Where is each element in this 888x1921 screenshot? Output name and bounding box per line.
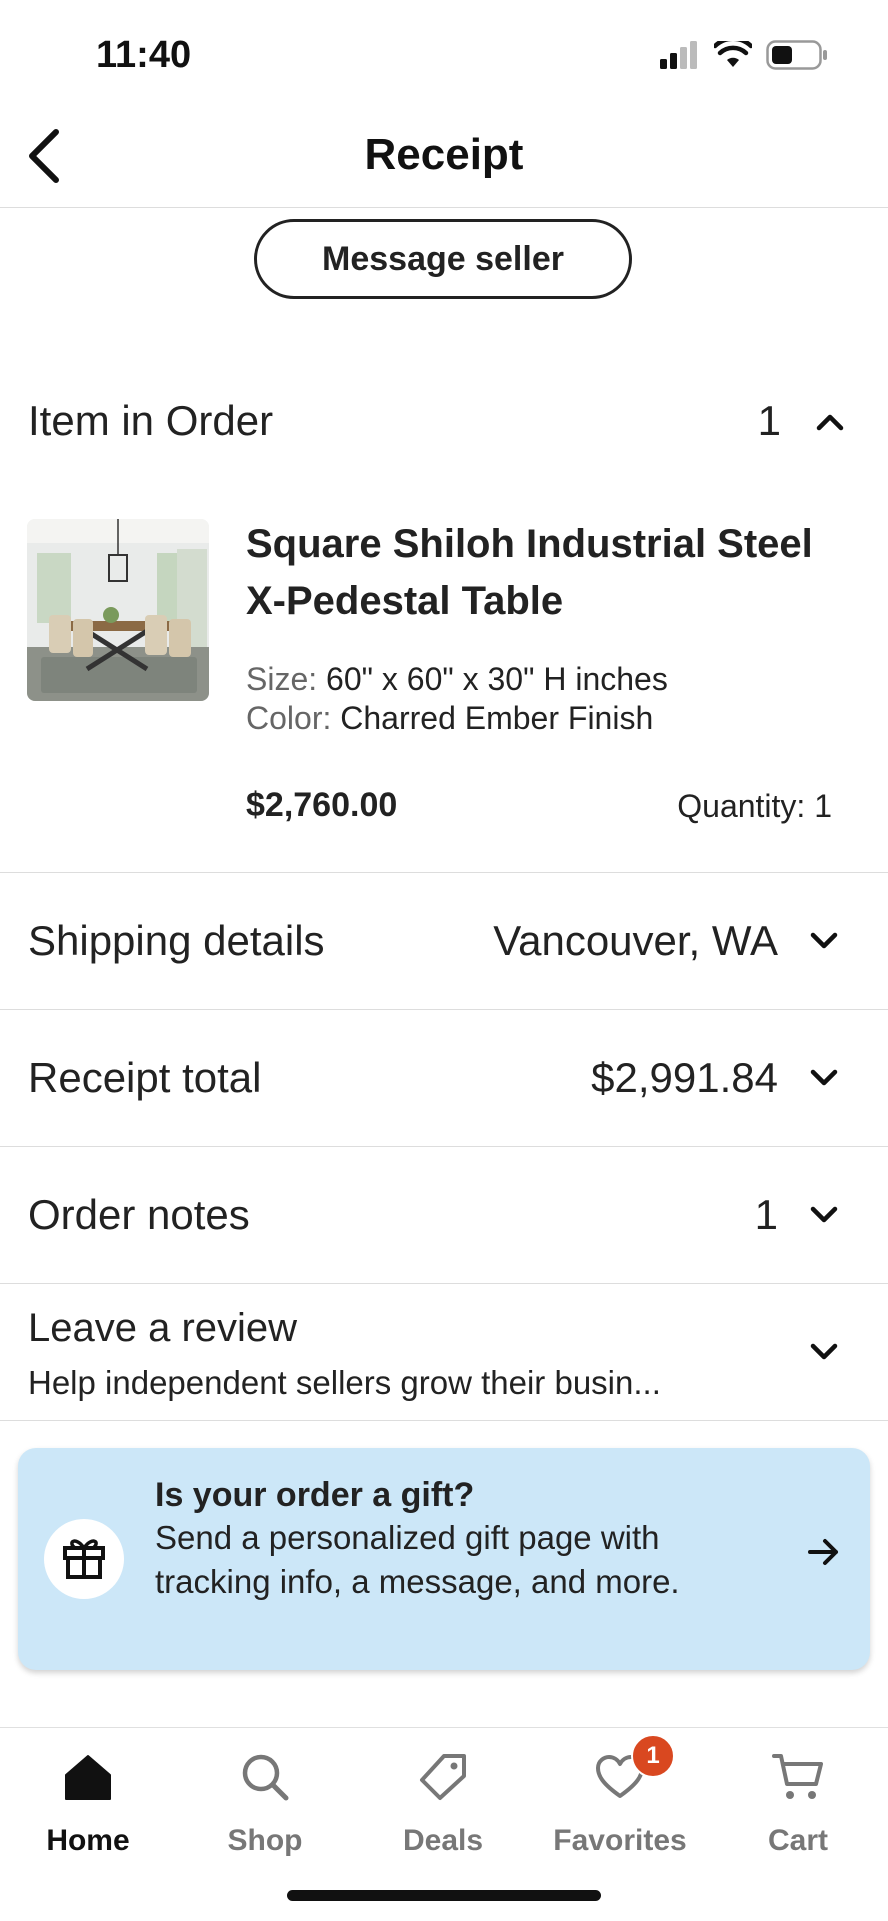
heart-icon: 1	[595, 1734, 675, 1808]
order-notes-label: Order notes	[28, 1191, 250, 1238]
page-title: Receipt	[364, 130, 524, 179]
price-tag-icon	[418, 1746, 468, 1808]
product-thumbnail[interactable]	[27, 519, 209, 701]
gift-icon-circle	[44, 1519, 124, 1599]
tab-cart-label: Cart	[767, 1824, 828, 1857]
status-time: 11:40	[96, 34, 192, 76]
receipt-total-value: $2,991.84	[591, 1054, 778, 1101]
product-name[interactable]: Square Shiloh Industrial Steel X-Pedesta…	[246, 516, 846, 630]
product-size: Size: 60" x 60" x 30" H inches	[246, 661, 668, 698]
gift-description: Send a personalized gift page with track…	[155, 1519, 680, 1600]
tab-deals-label: Deals	[402, 1824, 484, 1857]
tab-shop-label: Shop	[227, 1824, 303, 1857]
shipping-details-row[interactable]: Shipping details Vancouver, WA	[0, 873, 888, 1009]
order-notes-row[interactable]: Order notes 1	[0, 1147, 888, 1283]
tab-home-label: Home	[46, 1824, 130, 1857]
chevron-up-icon	[816, 413, 844, 436]
order-notes-count: 1	[754, 1191, 778, 1238]
divider	[0, 1420, 888, 1421]
chevron-down-icon	[804, 1195, 844, 1235]
search-icon	[240, 1746, 290, 1808]
chevron-down-icon	[804, 1332, 844, 1372]
shipping-details-label: Shipping details	[28, 917, 325, 964]
tab-favorites-label: Favorites	[553, 1824, 687, 1857]
battery-icon	[766, 40, 828, 75]
items-count: 1	[757, 397, 781, 444]
product-color: Color: Charred Ember Finish	[246, 700, 653, 737]
gift-title: Is your order a gift?	[155, 1476, 475, 1514]
status-bar: 11:40	[0, 0, 888, 110]
message-seller-button[interactable]: Message seller	[254, 219, 632, 299]
leave-review-subtitle: Help independent sellers grow their busi…	[28, 1364, 661, 1401]
header: Receipt	[0, 110, 888, 208]
cellular-signal-icon	[660, 41, 700, 74]
tab-home[interactable]: Home	[8, 1746, 168, 1858]
receipt-total-label: Receipt total	[28, 1054, 262, 1101]
chevron-down-icon	[804, 921, 844, 961]
items-section-title: Item in Order	[28, 397, 274, 444]
leave-review-row[interactable]: Leave a review Help independent sellers …	[0, 1284, 888, 1420]
tab-favorites[interactable]: 1 Favorites	[540, 1734, 700, 1858]
chevron-down-icon	[804, 1058, 844, 1098]
home-indicator[interactable]	[287, 1890, 601, 1901]
home-icon	[63, 1746, 113, 1808]
tab-cart[interactable]: Cart	[718, 1746, 878, 1858]
cart-icon	[772, 1746, 824, 1808]
size-label: Size:	[246, 661, 318, 697]
gift-icon	[61, 1534, 107, 1585]
status-icons	[660, 36, 828, 75]
tab-shop[interactable]: Shop	[185, 1746, 345, 1858]
tab-deals[interactable]: Deals	[363, 1746, 523, 1858]
size-value: 60" x 60" x 30" H inches	[326, 661, 668, 697]
color-label: Color:	[246, 700, 332, 736]
product-quantity: Quantity: 1	[677, 788, 832, 824]
wifi-icon	[712, 36, 754, 74]
arrow-right-icon[interactable]	[808, 1538, 840, 1571]
leave-review-title: Leave a review	[28, 1306, 298, 1350]
favorites-badge: 1	[631, 1734, 675, 1778]
gift-promo-card[interactable]: Is your order a gift? Send a personalize…	[18, 1448, 870, 1670]
items-collapse-toggle[interactable]	[810, 404, 850, 444]
color-value: Charred Ember Finish	[340, 700, 654, 736]
product-price: $2,760.00	[246, 786, 398, 824]
shipping-location: Vancouver, WA	[493, 917, 778, 964]
receipt-total-row[interactable]: Receipt total $2,991.84	[0, 1010, 888, 1146]
